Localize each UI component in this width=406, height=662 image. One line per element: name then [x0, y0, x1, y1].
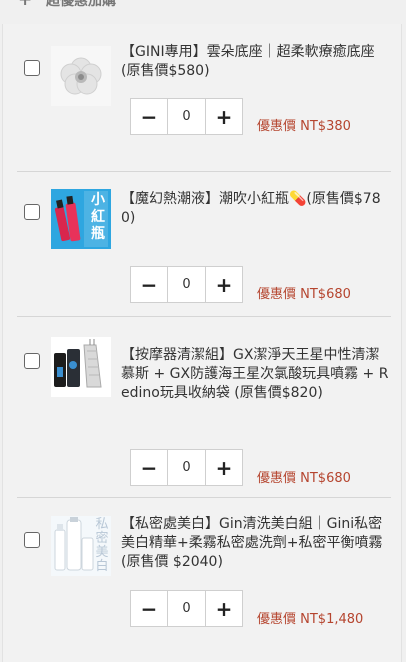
increase-button[interactable]: +	[205, 591, 242, 626]
thumb-label: 小紅瓶	[91, 192, 105, 242]
section-title: 超優惠加購	[46, 0, 116, 9]
product-name[interactable]: 【私密處美白】Gin清洗美白組｜Gini私密美白精華+柔霧私密處洗劑+私密平衡噴…	[121, 515, 391, 572]
item-checkbox[interactable]	[24, 204, 40, 220]
decrease-button[interactable]: −	[131, 591, 168, 626]
quantity-stepper: − 0 +	[130, 449, 243, 486]
addon-list: 【GINI專用】雲朵底座｜超柔軟療癒底座(原售價$580) − 0 + 優惠價 …	[2, 24, 402, 662]
quantity-value[interactable]: 0	[168, 267, 205, 302]
quantity-stepper: − 0 +	[130, 266, 243, 303]
divider	[17, 171, 391, 172]
quantity-value[interactable]: 0	[168, 450, 205, 485]
cleaning-set-icon	[51, 337, 111, 397]
decrease-button[interactable]: −	[131, 267, 168, 302]
sale-price: 優惠價 NT$680	[257, 471, 351, 486]
cloud-base-icon	[51, 46, 111, 106]
thumb-label: 私密美白	[95, 517, 109, 574]
product-name[interactable]: 【按摩器清潔組】GX潔淨天王星中性清潔慕斯 + GX防護海王星次氯酸玩具噴霧 +…	[121, 346, 391, 403]
decrease-button[interactable]: −	[131, 450, 168, 485]
item-checkbox[interactable]	[24, 353, 40, 369]
quantity-value[interactable]: 0	[168, 591, 205, 626]
divider	[17, 497, 391, 498]
quantity-value[interactable]: 0	[168, 99, 205, 134]
product-name[interactable]: 【GINI專用】雲朵底座｜超柔軟療癒底座(原售價$580)	[121, 43, 391, 81]
expand-icon[interactable]: +	[18, 0, 32, 9]
item-checkbox[interactable]	[24, 60, 40, 76]
sale-price: 優惠價 NT$380	[257, 119, 351, 134]
quantity-stepper: − 0 +	[130, 590, 243, 627]
increase-button[interactable]: +	[205, 267, 242, 302]
product-name[interactable]: 【魔幻熱潮液】潮吹小紅瓶💊(原售價$780)	[121, 190, 391, 228]
item-checkbox[interactable]	[24, 532, 40, 548]
product-thumbnail[interactable]	[51, 337, 111, 397]
product-thumbnail[interactable]: 小紅瓶	[51, 189, 111, 249]
divider	[17, 316, 391, 317]
sale-price: 優惠價 NT$680	[257, 287, 351, 302]
product-thumbnail[interactable]: 私密美白	[51, 516, 111, 576]
sale-price: 優惠價 NT$1,480	[257, 612, 364, 627]
section-header[interactable]: + 超優惠加購	[0, 0, 406, 14]
increase-button[interactable]: +	[205, 450, 242, 485]
product-thumbnail[interactable]	[51, 46, 111, 106]
increase-button[interactable]: +	[205, 99, 242, 134]
quantity-stepper: − 0 +	[130, 98, 243, 135]
decrease-button[interactable]: −	[131, 99, 168, 134]
